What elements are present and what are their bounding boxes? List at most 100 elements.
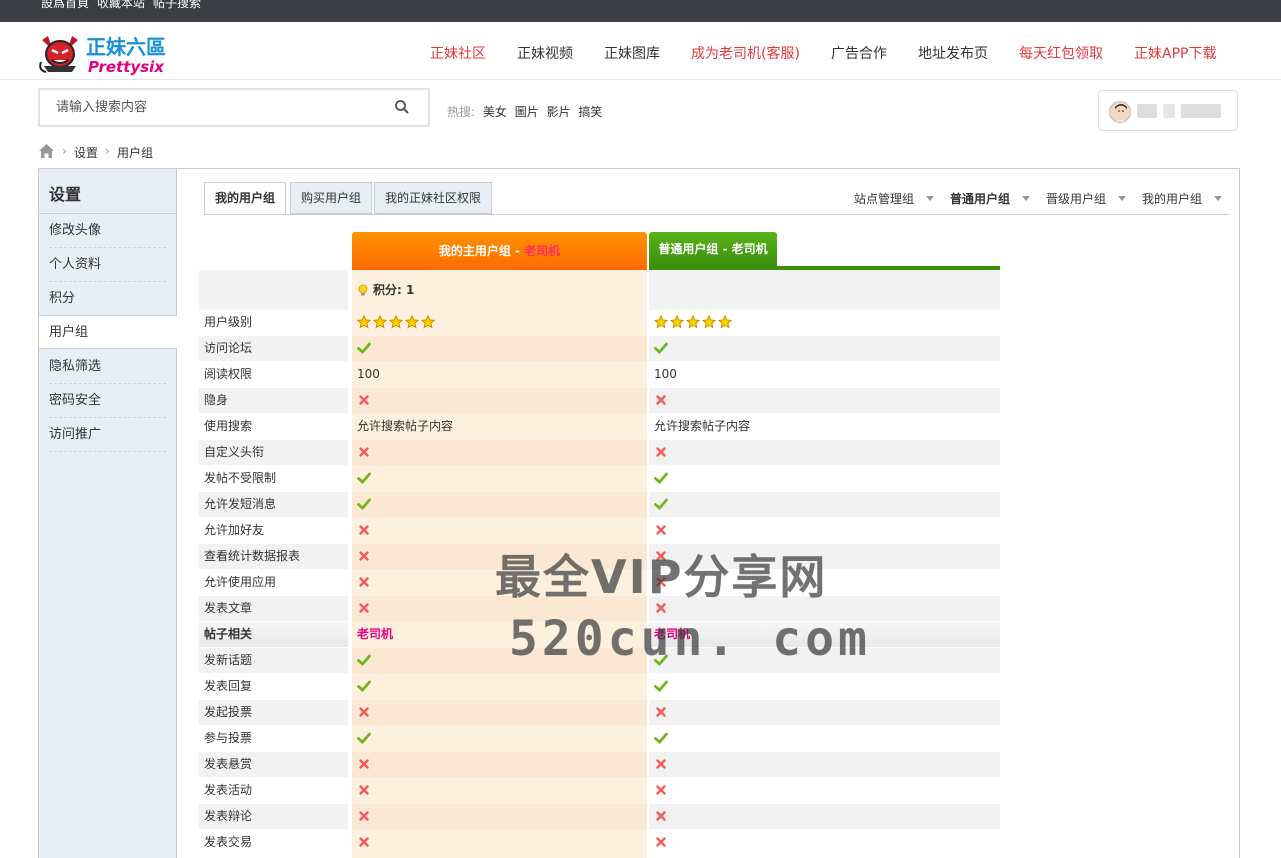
normal-group-header: 普通用户组 - 老司机 xyxy=(649,232,777,266)
sidebar-item-avatar[interactable]: 修改头像 xyxy=(49,214,166,248)
main-group-rank: 老司机 xyxy=(524,244,561,258)
nav-item-app-download[interactable]: 正妹APP下载 xyxy=(1134,43,1216,63)
cross-icon xyxy=(656,395,666,405)
nav-item-gallery[interactable]: 正妹图库 xyxy=(604,43,660,63)
row-label: 发新话题 xyxy=(199,648,348,673)
username-blur xyxy=(1137,104,1157,118)
hot-word-beauty[interactable]: 美女 xyxy=(483,105,507,119)
check-icon xyxy=(357,498,371,510)
group-select-label: 普通用户组 xyxy=(950,192,1011,206)
group-select-label: 晋级用户组 xyxy=(1046,192,1107,206)
search-icon[interactable] xyxy=(394,99,410,115)
breadcrumb-separator: › xyxy=(62,144,67,158)
main-nav: 正妹社区 正妹视频 正妹图库 成为老司机(客服) 广告合作 地址发布页 每天红包… xyxy=(0,22,1281,80)
nav-item-address-page[interactable]: 地址发布页 xyxy=(918,43,988,63)
table-row: 发表悬赏 xyxy=(199,752,1000,777)
row-label: 参与投票 xyxy=(204,731,253,745)
sidebar-item-usergroup[interactable]: 用户组 xyxy=(39,315,177,349)
group-select-promotion[interactable]: 晋级用户组 xyxy=(1046,190,1127,207)
sidebar-item-profile[interactable]: 个人资料 xyxy=(49,248,166,282)
sidebar-item-points[interactable]: 积分 xyxy=(49,282,166,316)
main-group-value xyxy=(352,804,647,829)
tab-community-permissions[interactable]: 我的正妹社区权限 xyxy=(374,182,493,214)
tab-my-usergroup[interactable]: 我的用户组 xyxy=(204,182,287,215)
set-homepage-link[interactable]: 設爲首頁 xyxy=(41,0,89,10)
main-group-header: 我的主用户组 - 老司机 xyxy=(352,232,647,270)
sidebar-item-privacy[interactable]: 隐私筛选 xyxy=(49,350,166,384)
group-select-mine[interactable]: 我的用户组 xyxy=(1142,190,1223,207)
home-icon[interactable] xyxy=(38,143,55,159)
normal-group-value xyxy=(649,310,1000,335)
normal-group-value xyxy=(649,700,1000,725)
table-row: 发表活动 xyxy=(199,778,1000,803)
bookmark-link[interactable]: 收藏本站 xyxy=(97,0,145,10)
cross-icon xyxy=(359,785,369,795)
post-search-link[interactable]: 帖子搜索 xyxy=(153,0,201,10)
row-label: 自定义头衔 xyxy=(199,440,348,465)
hot-search-label: 热搜: xyxy=(447,105,476,119)
table-row: 发表回复 xyxy=(199,674,1000,699)
group-select-normal[interactable]: 普通用户组 xyxy=(950,190,1031,207)
normal-group-value xyxy=(649,466,1000,491)
chevron-down-icon xyxy=(1022,196,1031,201)
username-blur xyxy=(1163,104,1175,118)
search-box xyxy=(38,88,430,127)
check-icon xyxy=(654,498,668,510)
table-row: 发表交易 xyxy=(199,830,1000,855)
row-label: 允许使用应用 xyxy=(204,575,277,589)
check-icon xyxy=(357,680,371,692)
hot-word-videos[interactable]: 影片 xyxy=(547,105,571,119)
check-icon xyxy=(357,342,371,354)
top-bar: 設爲首頁 收藏本站 帖子搜索 xyxy=(0,0,1281,22)
normal-group-value xyxy=(649,752,1000,777)
normal-group-value: 允许搜索帖子内容 xyxy=(654,419,751,433)
breadcrumb-settings[interactable]: 设置 xyxy=(74,144,98,161)
normal-group-value xyxy=(649,388,1000,413)
star-icon xyxy=(405,315,419,329)
points-text: 积分: 1 xyxy=(373,283,415,297)
cross-icon xyxy=(359,551,369,561)
search-input[interactable] xyxy=(40,90,380,125)
row-label: 发表回复 xyxy=(204,679,253,693)
row-label: 发表辩论 xyxy=(199,804,348,829)
cross-icon xyxy=(359,603,369,613)
row-label: 发表活动 xyxy=(204,783,253,797)
group-select-label: 站点管理组 xyxy=(854,192,915,206)
sidebar-item-promotion[interactable]: 访问推广 xyxy=(49,418,166,452)
row-label: 发表交易 xyxy=(204,835,253,849)
nav-item-ads[interactable]: 广告合作 xyxy=(831,43,887,63)
nav-item-red-packet[interactable]: 每天红包领取 xyxy=(1019,43,1103,63)
check-icon xyxy=(357,654,371,666)
row-label: 隐身 xyxy=(199,388,348,413)
table-row: 用户级别 xyxy=(199,310,1000,335)
hot-word-pictures[interactable]: 圖片 xyxy=(515,105,539,119)
main-group-value xyxy=(352,466,647,491)
chevron-down-icon xyxy=(1214,196,1223,201)
breadcrumb-usergroup: 用户组 xyxy=(117,146,154,160)
points-label-cell xyxy=(199,270,348,310)
row-label: 发起投票 xyxy=(199,700,348,725)
sidebar-title: 设置 xyxy=(49,185,82,204)
watermark-line1: 最全VIP分享网 xyxy=(495,550,828,604)
cross-icon xyxy=(359,837,369,847)
group-select-admin[interactable]: 站点管理组 xyxy=(854,190,935,207)
main-group-value xyxy=(352,752,647,777)
row-label: 发表文章 xyxy=(199,596,348,621)
row-label: 发帖不受限制 xyxy=(204,471,277,485)
table-row: 发表辩论 xyxy=(199,804,1000,829)
main-group-value xyxy=(352,388,647,413)
tab-buy-usergroup[interactable]: 购买用户组 xyxy=(290,182,373,214)
nav-item-become-driver[interactable]: 成为老司机(客服) xyxy=(691,43,800,63)
chevron-down-icon xyxy=(1118,196,1127,201)
main-group-value xyxy=(352,518,647,543)
cross-icon xyxy=(359,811,369,821)
nav-item-videos[interactable]: 正妹视频 xyxy=(517,43,573,63)
normal-group-value xyxy=(649,830,1000,855)
sidebar-item-password[interactable]: 密码安全 xyxy=(49,384,166,418)
cross-icon xyxy=(656,811,666,821)
check-icon xyxy=(654,732,668,744)
nav-item-community[interactable]: 正妹社区 xyxy=(430,43,486,63)
hot-word-funny[interactable]: 搞笑 xyxy=(578,105,602,119)
breadcrumb-separator: › xyxy=(105,144,110,158)
user-menu[interactable] xyxy=(1098,90,1238,131)
